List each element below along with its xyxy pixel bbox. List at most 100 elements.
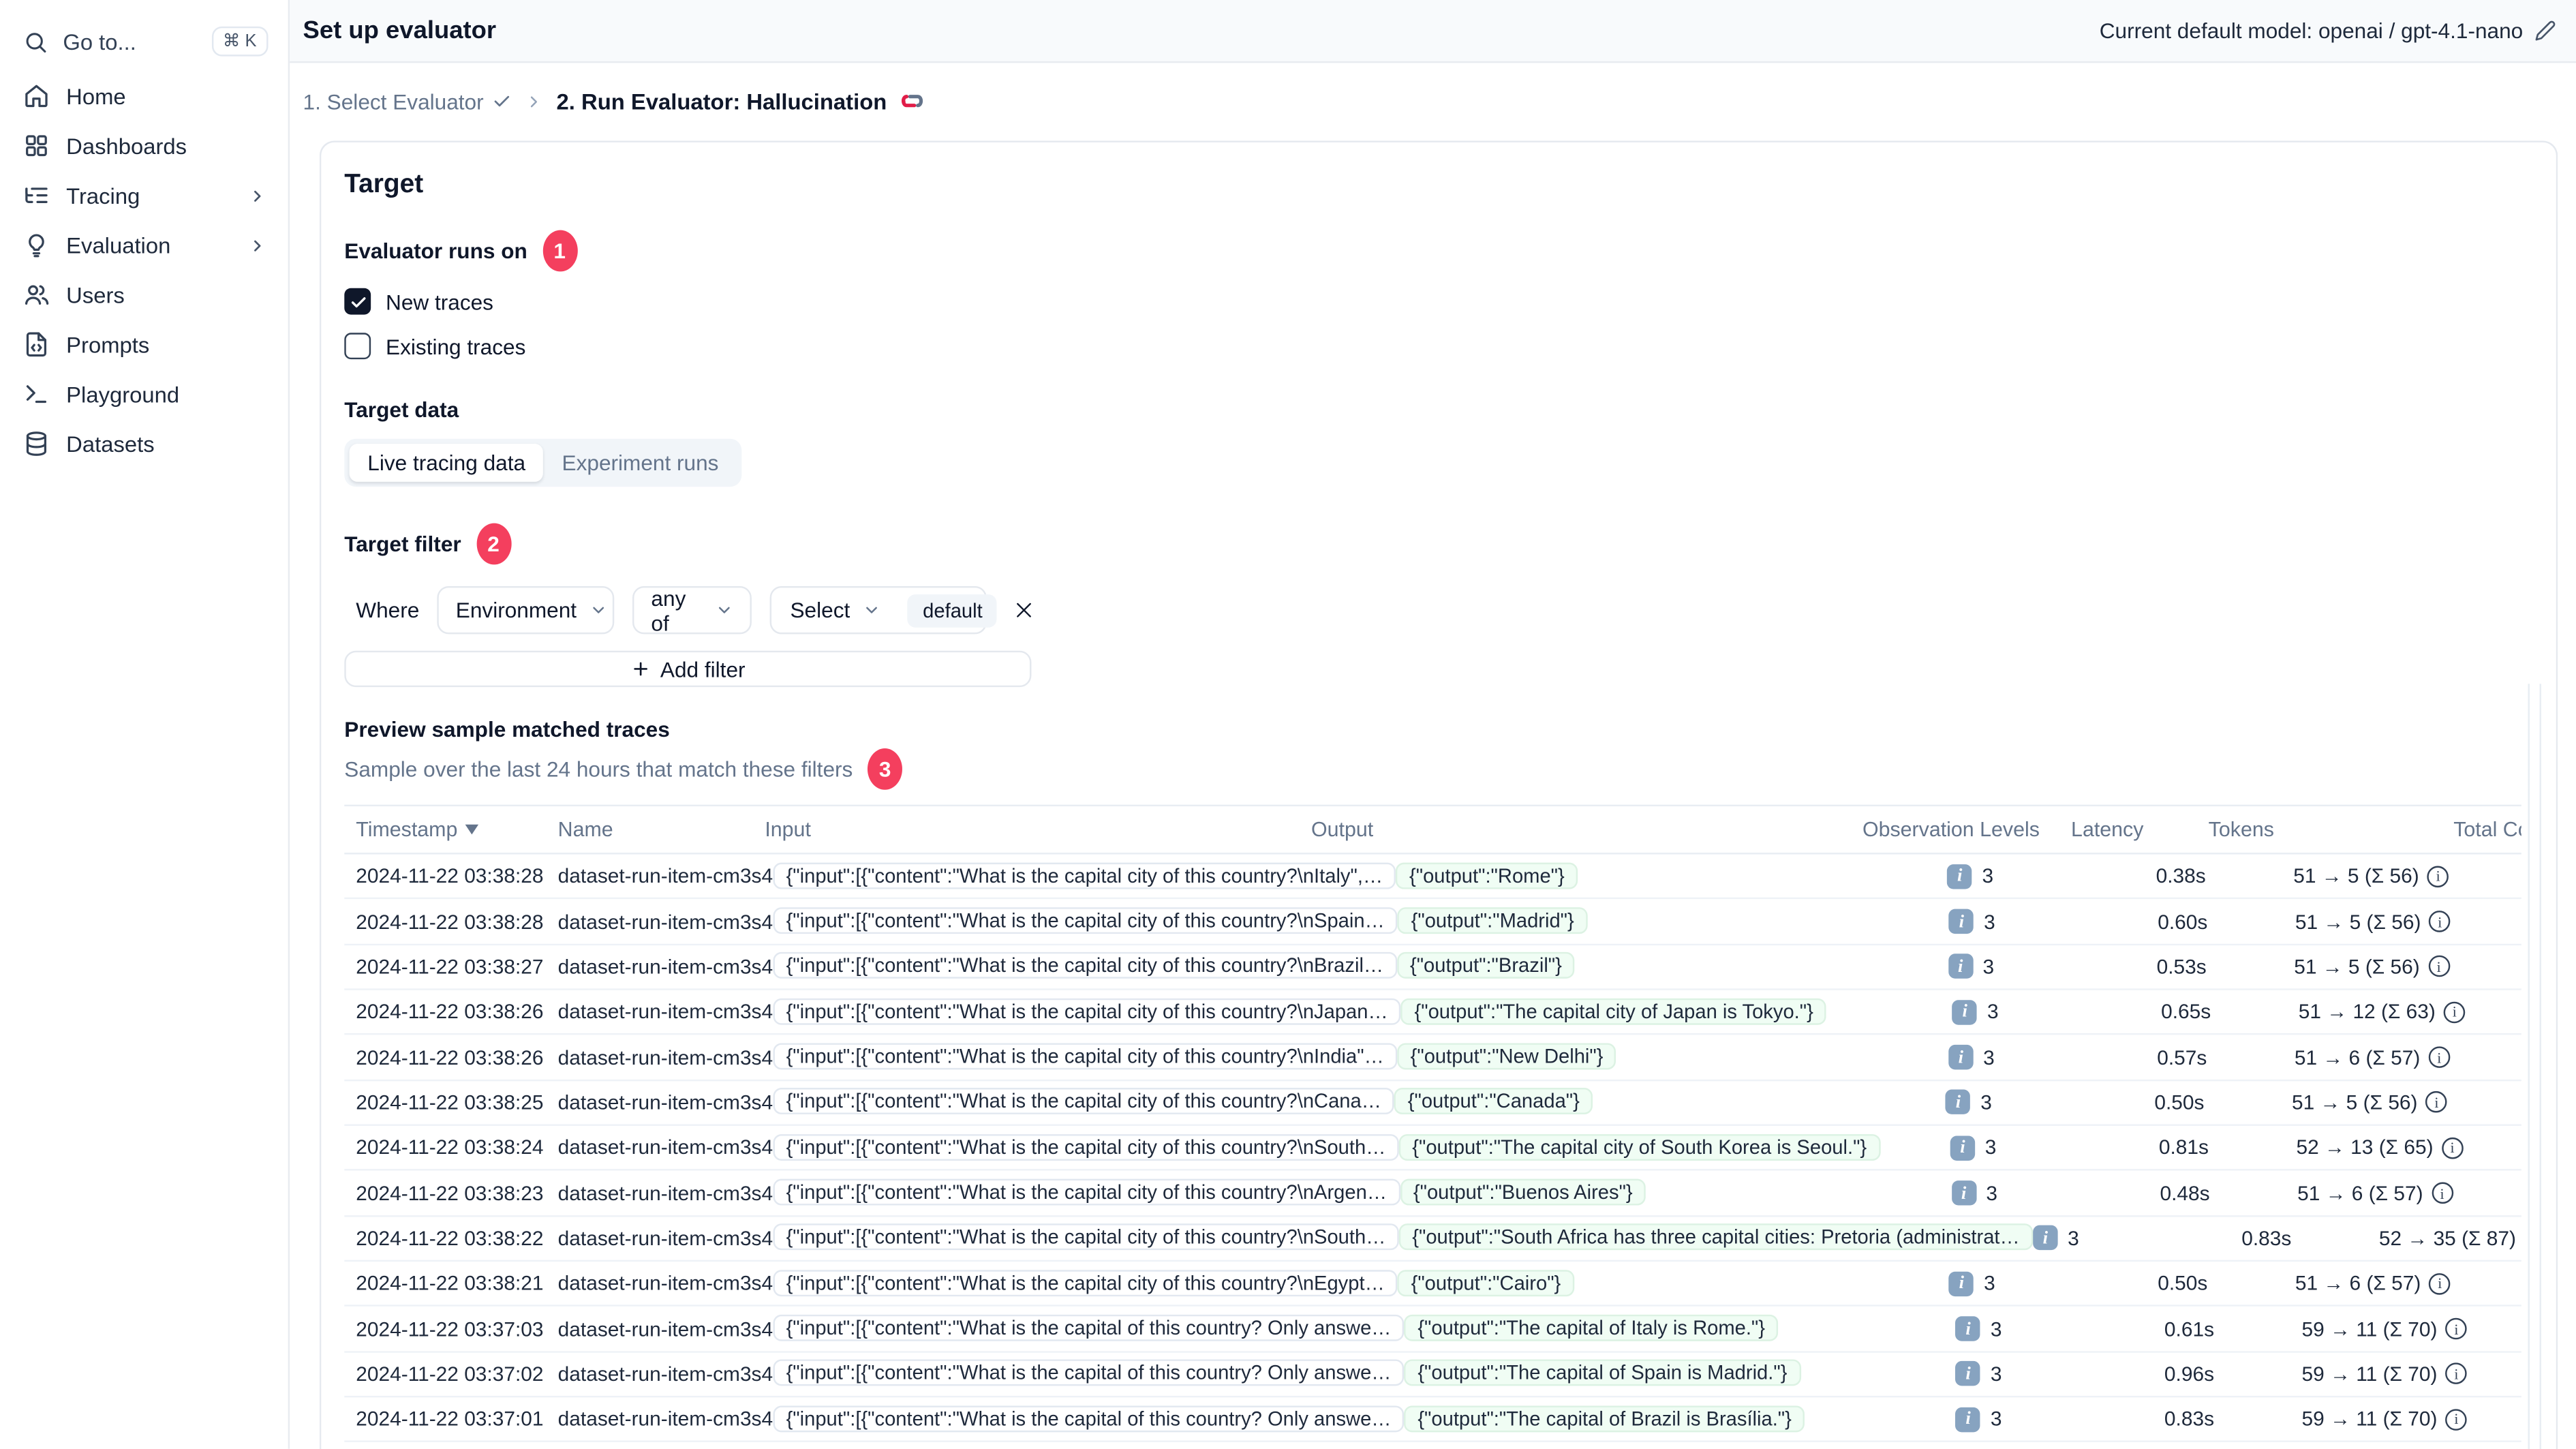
info-emoji-icon: i xyxy=(1948,1045,1974,1070)
cell-observation-levels: i3 xyxy=(1947,864,2156,889)
checkbox-checked-icon[interactable] xyxy=(344,288,371,315)
table-row[interactable]: 2024-11-22 03:38:22 dataset-run-item-cm3… xyxy=(344,1217,2521,1262)
table-row[interactable]: 2024-11-22 03:38:21 dataset-run-item-cm3… xyxy=(344,1262,2521,1307)
cell-observation-levels: i3 xyxy=(1949,909,2158,934)
cell-output: {"output":"The capital city of South Kor… xyxy=(1398,1132,1950,1163)
sidebar-item-playground[interactable]: Playground xyxy=(0,369,288,419)
breadcrumb-step-1[interactable]: 1. Select Evaluator xyxy=(303,89,512,113)
tab-live-tracing-data[interactable]: Live tracing data xyxy=(349,444,544,482)
table-row[interactable]: 2024-11-22 03:38:24 dataset-run-item-cm3… xyxy=(344,1126,2521,1172)
filter-value-chip: default xyxy=(908,593,998,627)
sidebar-item-users[interactable]: Users xyxy=(0,270,288,320)
col-observation-levels[interactable]: Observation Levels xyxy=(1862,818,2071,841)
table-scrollbar[interactable] xyxy=(2528,684,2541,1449)
plus-icon xyxy=(630,659,650,679)
tab-experiment-runs[interactable]: Experiment runs xyxy=(544,444,737,482)
checkbox-existing-traces[interactable]: Existing traces xyxy=(344,331,2533,361)
table-row[interactable]: 2024-11-22 03:38:23 dataset-run-item-cm3… xyxy=(344,1172,2521,1217)
edit-pencil-icon[interactable] xyxy=(2534,20,2556,42)
cell-output: {"output":"Madrid"} xyxy=(1398,906,1949,937)
terminal-icon xyxy=(23,381,50,408)
info-emoji-icon: i xyxy=(2033,1225,2058,1251)
col-timestamp[interactable]: Timestamp xyxy=(356,818,557,841)
filter-value-select[interactable]: Select default xyxy=(770,585,998,635)
cell-input: {"input":[{"content":"What is the capita… xyxy=(773,996,1402,1028)
info-emoji-icon: i xyxy=(1955,1316,1981,1341)
table-row[interactable]: 2024-11-22 03:38:26 dataset-run-item-cm3… xyxy=(344,1035,2521,1081)
info-circle-icon: i xyxy=(2431,1182,2453,1204)
sidebar-item-prompts[interactable]: Prompts xyxy=(0,320,288,369)
info-emoji-icon: i xyxy=(1952,999,1978,1025)
table-row[interactable]: 2024-11-22 03:37:01 dataset-run-item-cm3… xyxy=(344,1398,2521,1444)
cell-name: dataset-run-item-cm3s4 xyxy=(557,1226,773,1250)
knot-icon xyxy=(898,88,925,115)
target-data-label: Target data xyxy=(344,397,459,423)
goto-label: Go to... xyxy=(63,29,136,54)
table-row[interactable]: 2024-11-22 03:38:27 dataset-run-item-cm3… xyxy=(344,945,2521,990)
col-name[interactable]: Name xyxy=(558,818,765,841)
info-emoji-icon: i xyxy=(1949,1271,1974,1296)
col-input[interactable]: Input xyxy=(765,818,1311,841)
cell-latency: 0.50s xyxy=(2154,1090,2205,1114)
cell-tokens: 51 → 5 (Σ 56) i xyxy=(2293,865,2521,888)
col-output[interactable]: Output xyxy=(1311,818,1862,841)
cell-latency: 0.65s xyxy=(2161,1000,2211,1024)
sidebar-item-dashboards[interactable]: Dashboards xyxy=(0,121,288,170)
cell-input: {"input":[{"content":"What is the capita… xyxy=(773,1358,1405,1390)
cell-output: {"output":"The capital of Italy is Rome.… xyxy=(1404,1313,1956,1345)
shortcut-badge: ⌘ K xyxy=(211,26,269,57)
preview-subtitle: Sample over the last 24 hours that match… xyxy=(344,748,2533,790)
remove-filter-button[interactable] xyxy=(1005,592,1041,628)
default-model-label: Current default model: openai / gpt-4.1-… xyxy=(2100,18,2556,43)
breadcrumb: 1. Select Evaluator 2. Run Evaluator: Ha… xyxy=(290,63,2576,139)
cell-observation-levels: i3 xyxy=(1948,954,2156,979)
info-emoji-icon: i xyxy=(1950,1135,1976,1161)
filter-column-select[interactable]: Environment xyxy=(438,585,615,635)
checkbox-new-traces[interactable]: New traces xyxy=(344,286,2533,316)
cell-input: {"input":[{"content":"What is the capita… xyxy=(773,1087,1395,1118)
add-filter-button[interactable]: Add filter xyxy=(344,650,1032,688)
col-latency[interactable]: Latency xyxy=(2071,818,2209,841)
annotation-badge-2: 2 xyxy=(476,523,511,565)
info-circle-icon: i xyxy=(2441,1137,2464,1159)
sort-desc-icon xyxy=(465,824,479,835)
chevron-down-icon xyxy=(590,601,609,620)
cell-latency: 0.57s xyxy=(2157,1046,2207,1069)
file-code-icon xyxy=(23,331,50,358)
cell-output: {"output":"Buenos Aires"} xyxy=(1400,1177,1951,1208)
cell-name: dataset-run-item-cm3s4 xyxy=(557,1317,773,1341)
table-row[interactable]: 2024-11-22 03:38:28 dataset-run-item-cm3… xyxy=(344,900,2521,945)
sidebar-item-label: Playground xyxy=(66,381,180,407)
cell-output: {"output":"South Africa has three capita… xyxy=(1398,1223,2034,1254)
table-row[interactable]: 2024-11-22 03:38:25 dataset-run-item-cm3… xyxy=(344,1081,2521,1127)
filter-operator-select[interactable]: any of xyxy=(632,585,752,635)
cell-output: {"output":"Cairo"} xyxy=(1398,1268,1949,1299)
info-emoji-icon: i xyxy=(1955,1407,1981,1432)
table-header: Timestamp Name Input Output Observation … xyxy=(344,804,2521,855)
users-icon xyxy=(23,281,50,308)
info-emoji-icon: i xyxy=(1946,1090,1971,1115)
info-emoji-icon: i xyxy=(1951,1180,1976,1206)
cell-name: dataset-run-item-cm3s4 xyxy=(557,1362,773,1386)
table-row[interactable]: 2024-11-22 03:38:26 dataset-run-item-cm3… xyxy=(344,990,2521,1036)
check-icon xyxy=(492,91,512,111)
sidebar-item-tracing[interactable]: Tracing xyxy=(0,170,288,220)
checkbox-unchecked-icon[interactable] xyxy=(344,333,371,360)
sidebar-item-home[interactable]: Home xyxy=(0,71,288,121)
col-total-cost[interactable]: Total Cost xyxy=(2453,818,2521,841)
cell-timestamp: 2024-11-22 03:38:25 xyxy=(356,1090,544,1114)
table-row[interactable]: 2024-11-22 03:37:03 dataset-run-item-cm3… xyxy=(344,1307,2521,1353)
table-row[interactable]: 2024-11-22 03:37:02 dataset-run-item-cm3… xyxy=(344,1352,2521,1398)
col-tokens[interactable]: Tokens xyxy=(2209,818,2454,841)
cell-name: dataset-run-item-cm3s4 xyxy=(557,955,773,979)
cell-output: {"output":"Canada"} xyxy=(1394,1087,1946,1118)
traces-table: Timestamp Name Input Output Observation … xyxy=(344,804,2521,1444)
chevron-right-icon xyxy=(525,92,543,110)
sidebar-item-evaluation[interactable]: Evaluation xyxy=(0,220,288,270)
cell-timestamp: 2024-11-22 03:37:01 xyxy=(356,1407,544,1431)
cell-tokens: 51 → 5 (Σ 56) i xyxy=(2294,955,2521,978)
sidebar-item-datasets[interactable]: Datasets xyxy=(0,419,288,469)
table-row[interactable]: 2024-11-22 03:38:28 dataset-run-item-cm3… xyxy=(344,855,2521,900)
cell-name: dataset-run-item-cm3s4 xyxy=(557,1000,773,1024)
goto-search[interactable]: Go to... ⌘ K xyxy=(23,22,269,61)
